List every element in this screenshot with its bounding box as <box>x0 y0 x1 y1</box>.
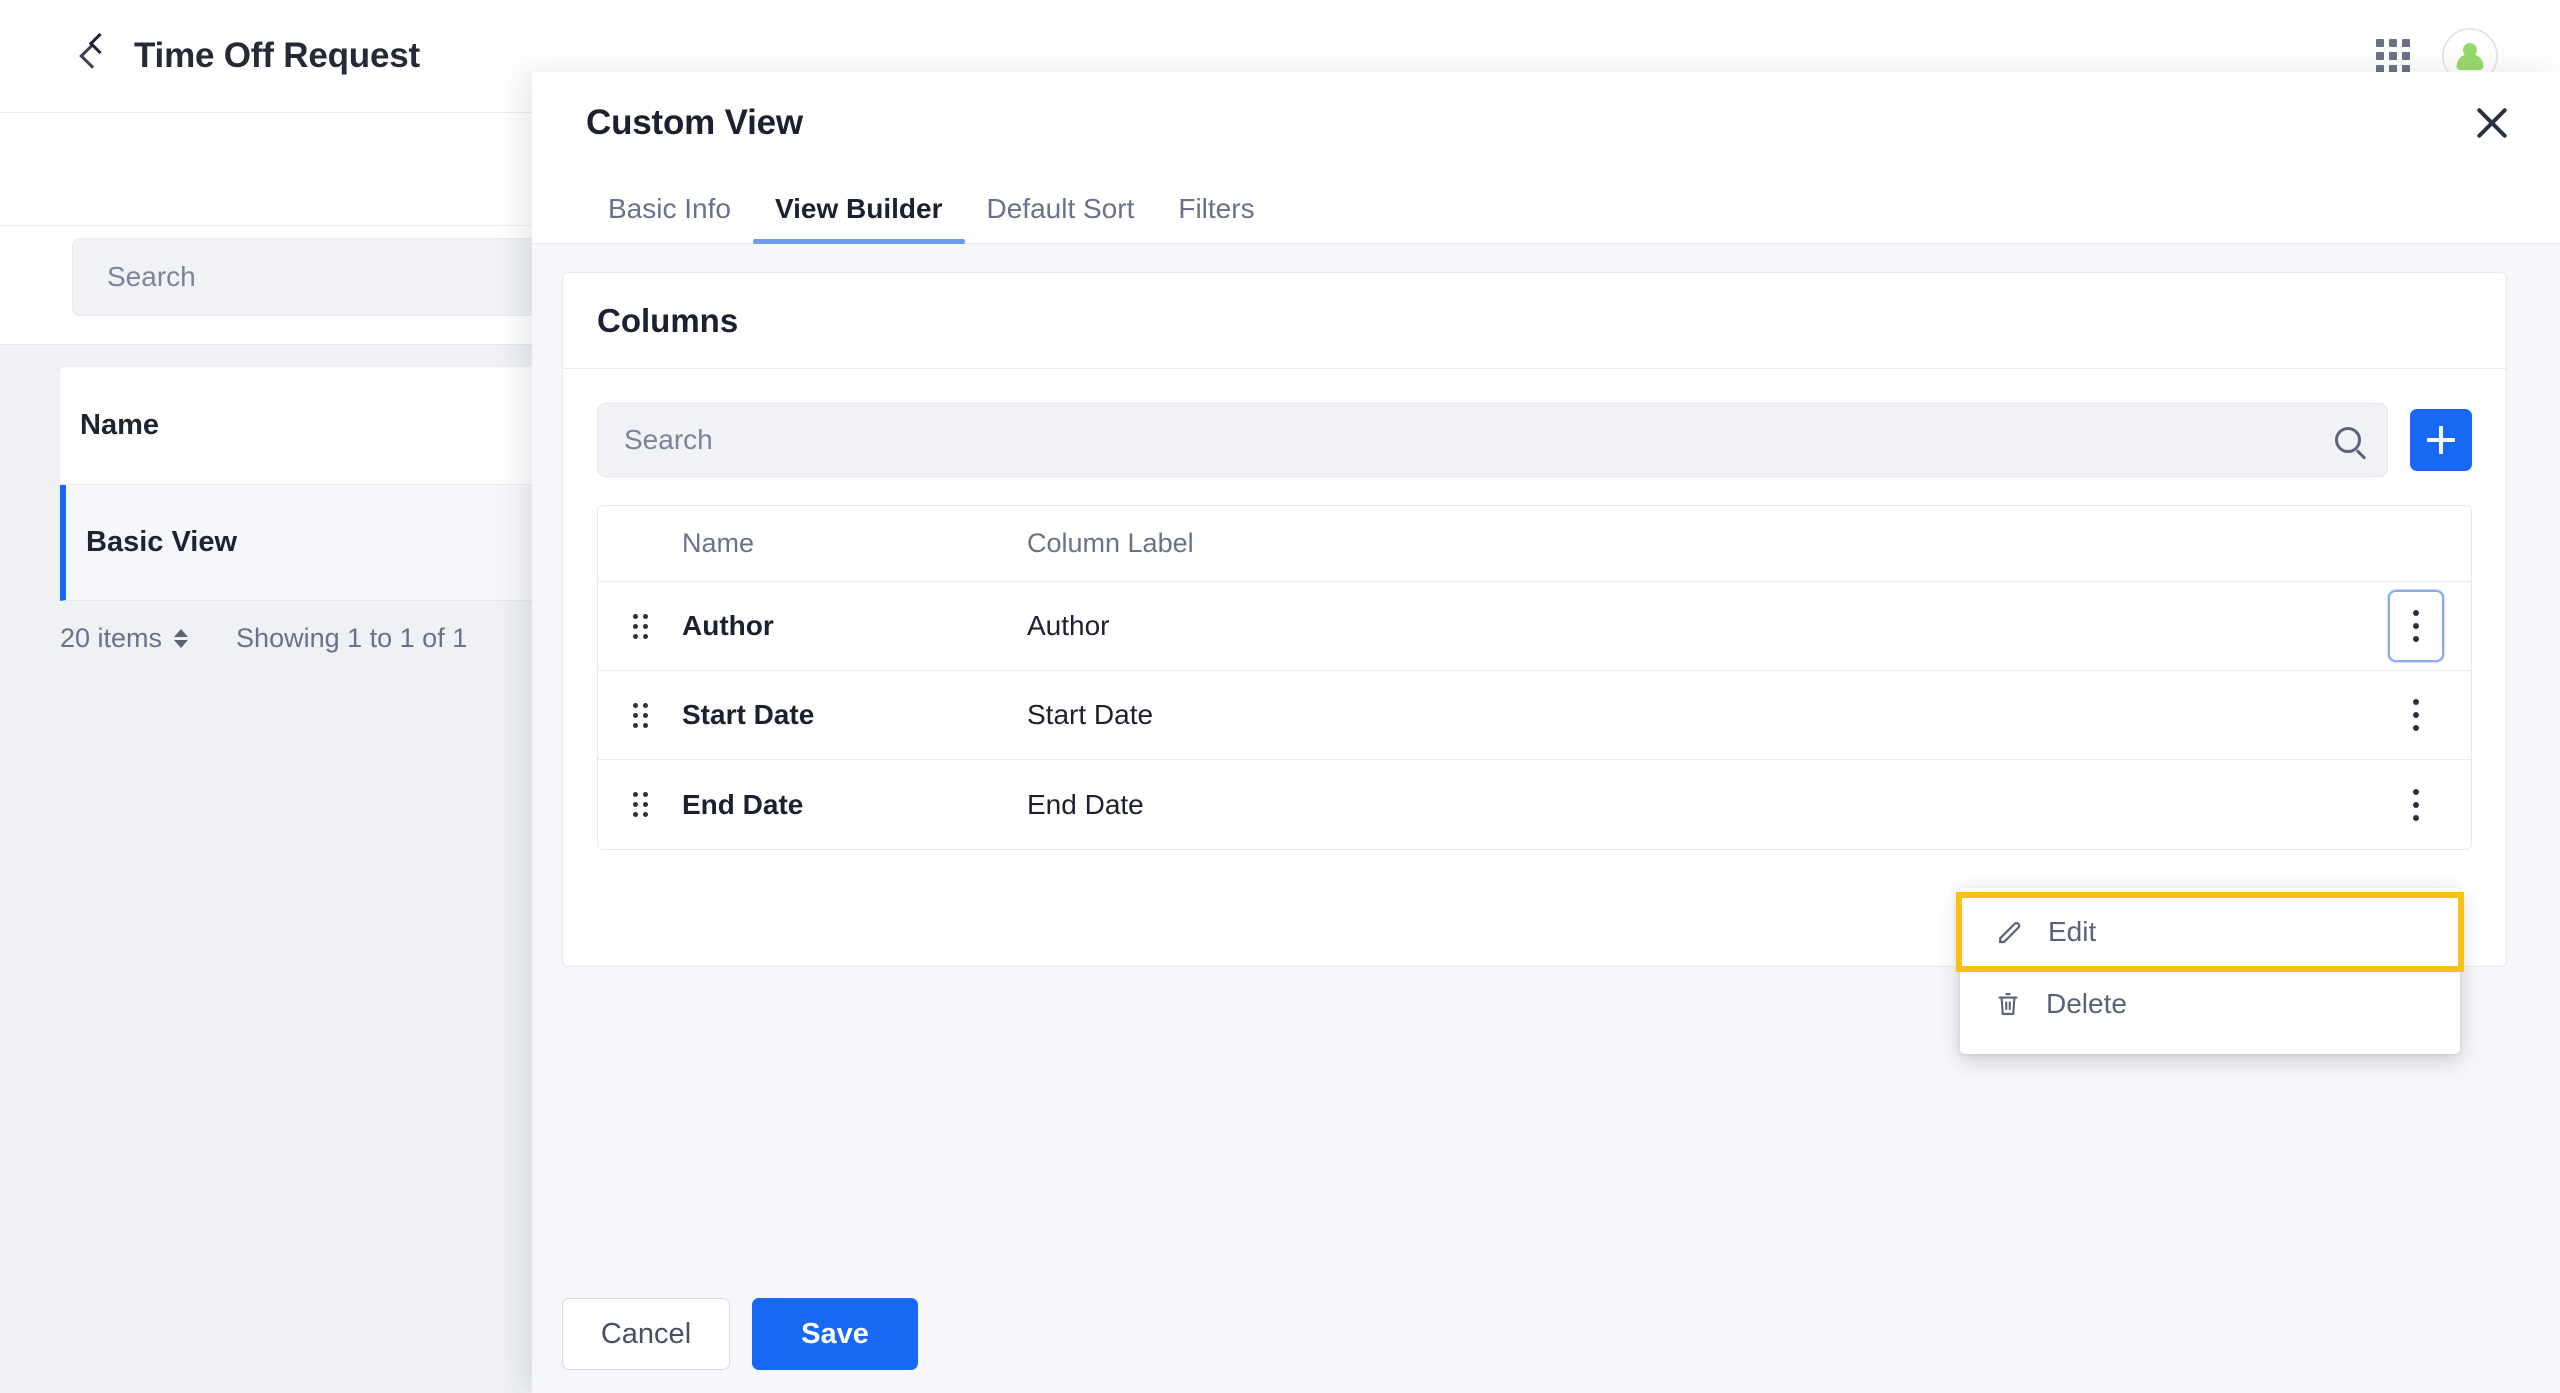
menu-item-edit-label: Edit <box>2048 916 2097 947</box>
columns-table: Name Column Label Author Author Start Da… <box>597 505 2472 850</box>
tab-view-builder[interactable]: View Builder <box>752 193 965 244</box>
tab-default-sort[interactable]: Default Sort <box>965 193 1157 243</box>
row-column-label: Author <box>1027 610 1110 641</box>
table-row: Start Date Start Date <box>598 671 2471 760</box>
column-header-name: Name <box>682 528 755 558</box>
sub-header-back-button[interactable] <box>82 26 116 60</box>
tab-filters[interactable]: Filters <box>1156 193 1276 243</box>
row-name: Author <box>682 610 774 641</box>
table-row: Author Author <box>598 582 2471 671</box>
row-name: Start Date <box>682 699 815 730</box>
row-menu-button[interactable] <box>2388 769 2444 841</box>
cancel-button[interactable]: Cancel <box>562 1298 730 1370</box>
showing-range-label: Showing 1 to 1 of 1 <box>236 623 468 653</box>
row-column-label: End Date <box>1027 788 1144 820</box>
columns-panel-body: Search Name Column Label Author Author S… <box>563 369 2506 850</box>
row-drag-cell[interactable] <box>598 702 682 728</box>
columns-panel-title: Columns <box>597 301 739 339</box>
modal-footer: Cancel Save <box>532 1275 2560 1393</box>
columns-panel: Columns Search Name Column Label Author … <box>562 272 2507 967</box>
add-column-button[interactable] <box>2410 409 2472 471</box>
menu-item-edit[interactable]: Edit <box>1956 892 2464 972</box>
modal-body: Columns Search Name Column Label Author … <box>532 244 2560 1275</box>
column-header-name: Name <box>80 409 159 441</box>
items-per-page-select[interactable]: 20 items <box>60 623 189 654</box>
list-item-label: Basic View <box>86 526 238 558</box>
list-footer: 20 items Showing 1 to 1 of 1 <box>60 623 467 654</box>
row-menu-button[interactable] <box>2388 679 2444 751</box>
drag-handle-icon[interactable] <box>632 613 648 639</box>
columns-table-header: Name Column Label <box>598 506 2471 582</box>
column-header-column-label: Column Label <box>1027 528 1194 558</box>
menu-item-delete[interactable]: Delete <box>1960 968 2460 1040</box>
save-button[interactable]: Save <box>752 1298 918 1370</box>
columns-search-placeholder: Search <box>624 424 713 455</box>
chevron-left-icon <box>88 32 110 54</box>
tab-basic-info[interactable]: Basic Info <box>586 193 753 243</box>
columns-panel-header: Columns <box>563 273 2506 369</box>
custom-view-modal: Custom View Basic Info View Builder Defa… <box>532 72 2560 1393</box>
menu-item-delete-label: Delete <box>2046 988 2127 1019</box>
drag-handle-icon[interactable] <box>632 702 648 728</box>
row-menu-button[interactable] <box>2388 590 2444 662</box>
modal-title: Custom View <box>586 103 803 142</box>
items-per-page-label: 20 items <box>60 623 163 653</box>
columns-toolbar: Search <box>597 403 2472 477</box>
drag-handle-icon[interactable] <box>632 792 648 817</box>
row-column-label: Start Date <box>1027 699 1154 730</box>
page-title: Time Off Request <box>134 36 420 75</box>
row-name: End Date <box>682 788 804 820</box>
row-context-menu: Edit Delete <box>1956 888 2464 1054</box>
row-drag-cell[interactable] <box>598 792 682 817</box>
close-icon[interactable] <box>2464 95 2520 151</box>
row-drag-cell[interactable] <box>598 613 682 639</box>
chevron-updown-icon <box>174 629 189 648</box>
pencil-icon <box>1999 921 2021 944</box>
search-icon <box>2335 427 2361 453</box>
modal-header: Custom View <box>532 72 2560 174</box>
columns-search-input[interactable]: Search <box>597 403 2388 477</box>
user-avatar-body <box>2456 54 2484 70</box>
app-root: Time Off Request Search Name Basic View <box>0 0 2560 1393</box>
table-row: End Date End Date <box>598 760 2471 849</box>
grid-apps-icon[interactable] <box>2376 39 2410 73</box>
search-input-placeholder: Search <box>107 261 196 292</box>
trash-icon <box>1998 993 2018 1015</box>
modal-tabs: Basic Info View Builder Default Sort Fil… <box>532 174 2560 244</box>
